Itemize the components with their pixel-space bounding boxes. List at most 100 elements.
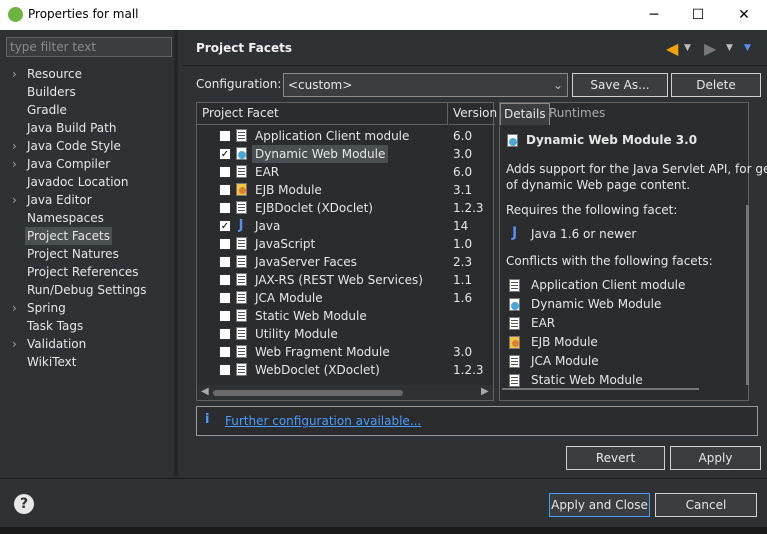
expand-chevron-icon[interactable]: › [12, 65, 22, 83]
facet-checkbox[interactable] [219, 256, 231, 268]
sidebar-item[interactable]: Java Code Style [27, 137, 121, 155]
facet-row[interactable]: JAX-RS (REST Web Services) 1.1 [197, 271, 493, 289]
facet-checkbox[interactable] [219, 328, 231, 340]
facet-table: Project Facet Version Application Client… [196, 102, 497, 401]
sidebar-item[interactable]: Builders [27, 83, 76, 101]
expand-chevron-icon[interactable]: › [12, 335, 22, 353]
facet-row[interactable]: Application Client module 6.0 [197, 127, 493, 145]
column-header-facet[interactable]: Project Facet [197, 103, 448, 125]
configuration-select[interactable]: <custom> ⌄ [283, 73, 568, 97]
facet-row[interactable]: EJBDoclet (XDoclet) 1.2.3 [197, 199, 493, 217]
facet-row[interactable]: Static Web Module [197, 307, 493, 325]
tab-runtimes[interactable]: Runtimes [546, 103, 608, 125]
facet-checkbox[interactable] [219, 238, 231, 250]
facet-version[interactable]: 14 [453, 217, 468, 235]
details-title: Dynamic Web Module 3.0 [526, 133, 698, 147]
horizontal-scrollbar[interactable]: ◀ ▶ [197, 385, 493, 400]
expand-chevron-icon[interactable]: › [12, 137, 22, 155]
facet-row[interactable]: JavaServer Faces 2.3 [197, 253, 493, 271]
facet-version[interactable]: 3.0 [453, 343, 472, 361]
close-button[interactable]: ✕ [721, 0, 767, 30]
sidebar-item[interactable]: Project Facets [25, 227, 112, 245]
sidebar-item[interactable]: Project Natures [27, 245, 119, 263]
document-icon [235, 201, 249, 215]
sidebar-item[interactable]: WikiText [27, 353, 77, 371]
facet-version[interactable]: 1.1 [453, 271, 472, 289]
delete-button[interactable]: Delete [671, 73, 761, 97]
facet-checkbox[interactable] [219, 310, 231, 322]
facet-checkbox[interactable]: ✓ [219, 148, 231, 160]
sidebar-item[interactable]: Java Build Path [27, 119, 116, 137]
sidebar-item[interactable]: Task Tags [27, 317, 83, 335]
further-configuration-link[interactable]: Further configuration available... [225, 414, 421, 428]
facet-version[interactable]: 3.0 [453, 145, 472, 163]
scroll-right-icon[interactable]: ▶ [481, 386, 489, 397]
facet-row[interactable]: JavaScript 1.0 [197, 235, 493, 253]
expand-chevron-icon[interactable]: › [12, 155, 22, 173]
facet-row[interactable]: JCA Module 1.6 [197, 289, 493, 307]
facet-version[interactable]: 2.3 [453, 253, 472, 271]
facet-checkbox[interactable] [219, 130, 231, 142]
expand-chevron-icon[interactable]: › [12, 299, 22, 317]
facet-checkbox[interactable] [219, 202, 231, 214]
scroll-left-icon[interactable]: ◀ [201, 386, 209, 397]
facet-label: Utility Module [255, 327, 338, 341]
facet-version[interactable]: 3.1 [453, 181, 472, 199]
column-header-version[interactable]: Version [449, 103, 497, 125]
facet-row[interactable]: ✓ Dynamic Web Module 3.0 [197, 145, 493, 163]
document-icon [235, 255, 249, 269]
minimize-button[interactable]: ─ [631, 0, 677, 30]
back-menu-chevron-icon[interactable]: ▼ [684, 43, 691, 53]
sidebar-item[interactable]: Java Editor [27, 191, 92, 209]
sidebar-item[interactable]: Spring [27, 299, 66, 317]
facet-version[interactable]: 1.2.3 [453, 199, 484, 217]
view-menu-icon[interactable]: ▼ [744, 43, 751, 53]
maximize-button[interactable]: ☐ [675, 0, 721, 30]
sidebar-item[interactable]: Project References [27, 263, 139, 281]
back-arrow-icon[interactable]: ◀ [666, 39, 678, 58]
facet-row[interactable]: EJB Module 3.1 [197, 181, 493, 199]
facet-checkbox[interactable] [219, 292, 231, 304]
filter-input[interactable]: type filter text [6, 37, 172, 57]
java-icon: J [512, 225, 518, 241]
forward-arrow-icon[interactable]: ▶ [704, 39, 716, 58]
facet-version[interactable]: 6.0 [453, 127, 472, 145]
facet-row[interactable]: Utility Module [197, 325, 493, 343]
forward-menu-chevron-icon[interactable]: ▼ [726, 43, 733, 53]
facet-checkbox[interactable] [219, 346, 231, 358]
facet-version[interactable]: 1.6 [453, 289, 472, 307]
facet-version[interactable]: 1.0 [453, 235, 472, 253]
facet-row[interactable]: Web Fragment Module 3.0 [197, 343, 493, 361]
apply-button[interactable]: Apply [670, 446, 761, 470]
help-icon[interactable]: ? [14, 494, 34, 514]
facet-row[interactable]: ✓ J Java 14 [197, 217, 493, 235]
tab-details[interactable]: Details [500, 103, 550, 125]
cancel-button[interactable]: Cancel [655, 493, 757, 517]
facet-checkbox[interactable]: ✓ [219, 220, 231, 232]
vertical-scrollbar[interactable] [746, 205, 749, 385]
details-horizontal-scrollbar[interactable] [502, 388, 699, 390]
facet-version[interactable]: 1.2.3 [453, 361, 484, 379]
revert-button[interactable]: Revert [566, 446, 665, 470]
facet-row[interactable]: EAR 6.0 [197, 163, 493, 181]
facet-checkbox[interactable] [219, 166, 231, 178]
facet-checkbox[interactable] [219, 364, 231, 376]
facet-version[interactable]: 6.0 [453, 163, 472, 181]
facet-checkbox[interactable] [219, 184, 231, 196]
save-as-button[interactable]: Save As... [572, 73, 668, 97]
apply-and-close-button[interactable]: Apply and Close [549, 493, 650, 517]
facet-checkbox[interactable] [219, 274, 231, 286]
sidebar-item[interactable]: Validation [27, 335, 86, 353]
sidebar-item[interactable]: Javadoc Location [27, 173, 128, 191]
sidebar-item[interactable]: Java Compiler [27, 155, 110, 173]
document-icon [235, 363, 249, 377]
expand-chevron-icon[interactable]: › [12, 191, 22, 209]
sidebar-item[interactable]: Resource [27, 65, 82, 83]
scrollbar-thumb[interactable] [213, 390, 403, 396]
conflict-item: EJB Module [531, 335, 598, 349]
sidebar-item[interactable]: Namespaces [27, 209, 104, 227]
sidebar-item[interactable]: Run/Debug Settings [27, 281, 147, 299]
facet-label: WebDoclet (XDoclet) [255, 363, 380, 377]
sidebar-item[interactable]: Gradle [27, 101, 67, 119]
facet-row[interactable]: WebDoclet (XDoclet) 1.2.3 [197, 361, 493, 379]
